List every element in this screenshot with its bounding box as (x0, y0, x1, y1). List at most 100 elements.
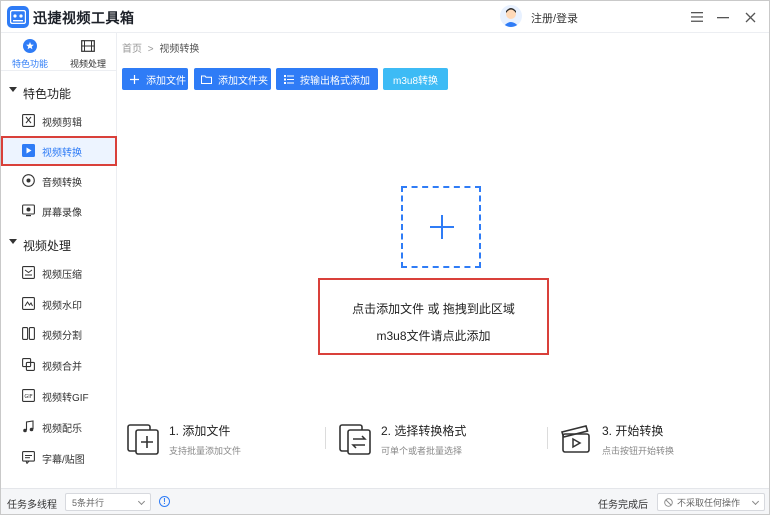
close-icon (745, 12, 755, 22)
screen-record-icon (22, 204, 35, 217)
film-icon (81, 40, 95, 52)
sidebar-item-video-gif[interactable]: GIF 视频转GIF (1, 381, 117, 411)
add-file-step-icon (127, 424, 159, 455)
section-featured[interactable]: 特色功能 (1, 82, 117, 102)
subtitle-icon (22, 451, 35, 464)
minimize-button[interactable] (713, 7, 733, 27)
tab-featured-label: 特色功能 (11, 59, 48, 69)
add-by-format-label: 按输出格式添加 (300, 75, 370, 87)
folder-icon (201, 74, 212, 85)
after-task-label: 任务完成后 (598, 500, 648, 511)
merge-icon (22, 358, 35, 371)
breadcrumb-separator: > (147, 44, 154, 55)
sidebar-item-label: 视频压缩 (42, 270, 82, 281)
divider (547, 427, 548, 449)
sidebar-item-screen-record[interactable]: 屏幕录像 (1, 196, 117, 226)
add-folder-label: 添加文件夹 (218, 75, 268, 87)
m3u8-convert-label: m3u8转换 (392, 75, 438, 87)
step-title: 1. 添加文件 (169, 424, 231, 438)
sidebar-item-video-convert[interactable]: 视频转换 (1, 136, 117, 166)
svg-text:GIF: GIF (24, 394, 32, 400)
add-folder-button[interactable]: 添加文件夹 (194, 68, 271, 90)
sidebar-item-label: 音频转换 (42, 178, 82, 189)
add-file-button[interactable]: 添加文件 (122, 68, 188, 90)
sidebar-item-subtitle-sticker[interactable]: 字幕/贴图 (1, 443, 117, 473)
step-title: 3. 开始转换 (602, 424, 664, 438)
dropzone-hint-line2[interactable]: m3u8文件请点此添加 (320, 327, 547, 344)
sidebar-item-label: 视频剪辑 (42, 118, 82, 129)
add-file-dropzone[interactable] (401, 186, 481, 268)
after-task-value: 不采取任何操作 (677, 497, 741, 508)
caret-down-icon (9, 239, 17, 244)
menu-button[interactable] (687, 7, 707, 27)
step-desc: 可单个或者批量选择 (381, 446, 463, 456)
app-logo-icon (7, 6, 29, 28)
scissors-icon (22, 114, 35, 127)
caret-down-icon (9, 87, 17, 92)
gif-icon: GIF (22, 389, 35, 402)
login-link[interactable]: 注册/登录 (531, 10, 578, 26)
title-bar: 迅捷视频工具箱 注册/登录 (1, 1, 769, 33)
sidebar-item-label: 视频转GIF (42, 393, 89, 404)
video-convert-icon (22, 144, 35, 157)
step-title: 2. 选择转换格式 (381, 424, 467, 438)
sidebar-item-video-music[interactable]: 视频配乐 (1, 412, 117, 442)
section-title: 特色功能 (23, 87, 72, 101)
step-desc: 支持批量添加文件 (169, 446, 242, 456)
dropzone-hint[interactable]: 点击添加文件 或 拖拽到此区域 m3u8文件请点此添加 (318, 278, 549, 355)
add-by-format-button[interactable]: 按输出格式添加 (276, 68, 378, 90)
sidebar-item-label: 视频分割 (42, 331, 82, 342)
breadcrumb-home[interactable]: 首页 (122, 44, 142, 55)
plus-icon-vertical (441, 215, 443, 239)
threads-value: 5条并行 (72, 497, 105, 508)
sidebar-item-video-edit[interactable]: 视频剪辑 (1, 106, 117, 136)
add-file-label: 添加文件 (146, 75, 186, 87)
star-icon (23, 39, 37, 53)
status-bar: 任务多线程 5条并行 ! 任务完成后 不采取任何操作 (1, 488, 769, 514)
sidebar-item-label: 视频转换 (42, 148, 82, 159)
breadcrumb-current: 视频转换 (159, 44, 200, 55)
sidebar-item-audio-convert[interactable]: 音频转换 (1, 166, 117, 196)
list-icon (283, 74, 294, 85)
after-task-select[interactable]: 不采取任何操作 (657, 493, 765, 511)
dropzone-hint-line1: 点击添加文件 或 拖拽到此区域 (352, 302, 515, 316)
app-window: 迅捷视频工具箱 注册/登录 特色功能 视频处理 特色功能 视频剪辑 视频转换 音… (0, 0, 770, 515)
sidebar-item-video-merge[interactable]: 视频合并 (1, 350, 117, 380)
tab-video-processing-label: 视频处理 (69, 59, 106, 69)
divider (325, 427, 326, 449)
sidebar-item-label: 字幕/贴图 (42, 455, 85, 466)
chevron-down-icon (137, 497, 146, 506)
sidebar-item-video-split[interactable]: 视频分割 (1, 319, 117, 349)
section-title: 视频处理 (23, 239, 72, 253)
sidebar-item-label: 屏幕录像 (42, 208, 82, 219)
plus-icon (129, 74, 140, 85)
watermark-icon (22, 297, 35, 310)
sidebar-item-label: 视频配乐 (42, 424, 82, 435)
sidebar-item-label: 视频水印 (42, 301, 82, 312)
app-title: 迅捷视频工具箱 (33, 10, 135, 26)
sidebar-tabs: 特色功能 视频处理 (1, 33, 117, 71)
sidebar-item-video-compress[interactable]: 视频压缩 (1, 258, 117, 288)
chevron-down-icon (751, 497, 760, 506)
close-button[interactable] (740, 7, 760, 27)
no-action-icon (664, 497, 673, 507)
sidebar-item-video-watermark[interactable]: 视频水印 (1, 289, 117, 319)
tab-featured[interactable]: 特色功能 (1, 33, 59, 71)
minimize-icon (717, 17, 729, 19)
section-video-processing[interactable]: 视频处理 (1, 234, 117, 254)
clapperboard-icon (560, 425, 590, 453)
breadcrumb: 首页 > 视频转换 (122, 40, 199, 55)
tab-video-processing[interactable]: 视频处理 (59, 33, 117, 71)
threads-label: 任务多线程 (7, 500, 57, 511)
m3u8-convert-button[interactable]: m3u8转换 (383, 68, 448, 90)
audio-icon (22, 174, 35, 187)
music-icon (23, 420, 34, 433)
avatar[interactable] (500, 5, 522, 27)
menu-icon (691, 12, 703, 22)
step-desc: 点击按钮开始转换 (602, 446, 675, 456)
split-icon (22, 327, 35, 340)
sidebar-item-label: 视频合并 (42, 362, 82, 373)
compress-icon (22, 266, 35, 279)
info-icon[interactable]: ! (159, 496, 170, 507)
threads-select[interactable]: 5条并行 (65, 493, 151, 511)
